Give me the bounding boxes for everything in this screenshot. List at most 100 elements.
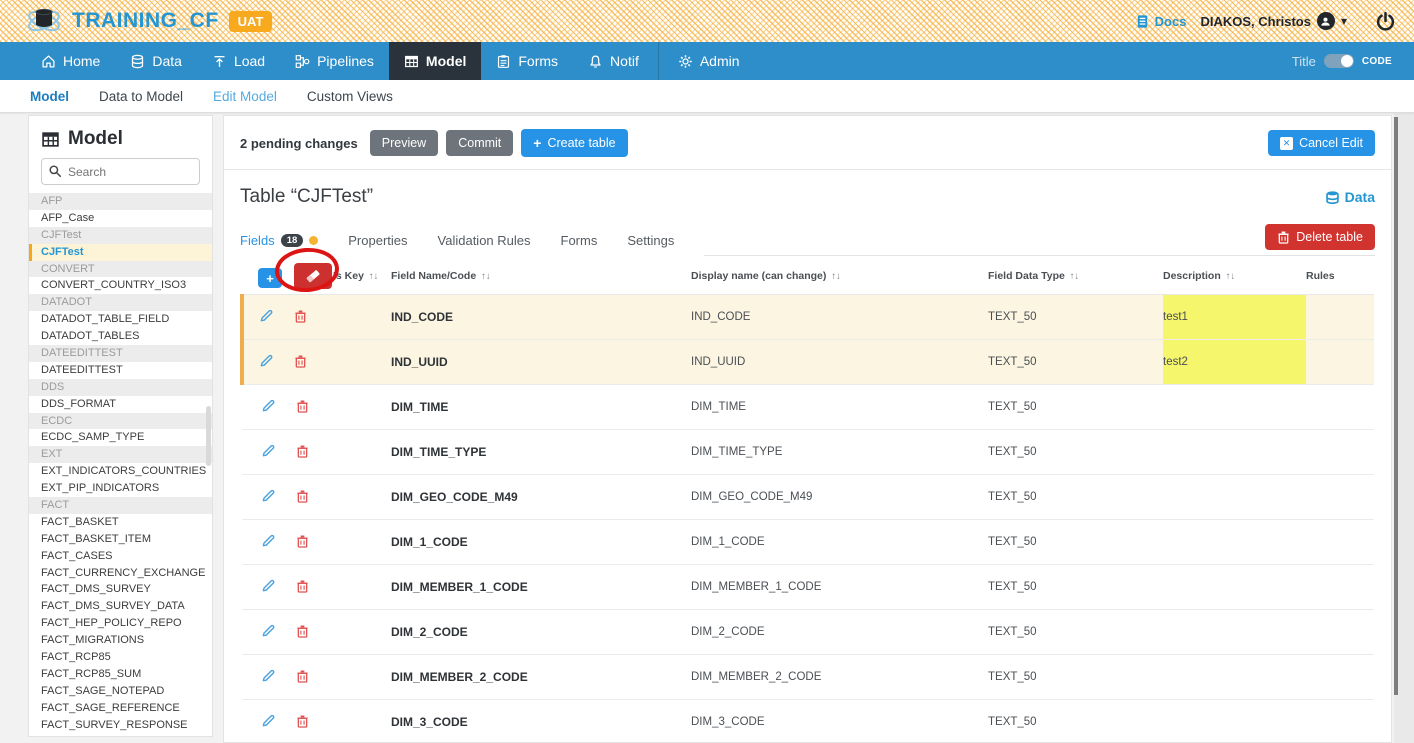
sidebar-table-item[interactable]: FACT_SURVEY_RESPONSE xyxy=(29,717,212,734)
nav-item-model[interactable]: Model xyxy=(389,42,481,80)
delete-field-button[interactable] xyxy=(296,714,312,728)
nav-item-data[interactable]: Data xyxy=(115,42,197,80)
page-scrollbar[interactable] xyxy=(1394,113,1414,743)
header-actions-cell: + xyxy=(242,258,333,294)
edit-field-button[interactable] xyxy=(259,353,275,368)
field-name-cell: DIM_1_CODE xyxy=(391,519,691,564)
delete-field-button[interactable] xyxy=(294,309,310,323)
edit-field-button[interactable] xyxy=(261,578,277,593)
tab-item[interactable]: Settings xyxy=(627,233,674,256)
delete-field-button[interactable] xyxy=(296,399,312,413)
sidebar-table-item[interactable]: DDS xyxy=(29,379,212,396)
delete-field-button[interactable] xyxy=(296,534,312,548)
sidebar-table-item[interactable]: DATADOT xyxy=(29,294,212,311)
sidebar-table-item[interactable]: DDS_FORMAT xyxy=(29,396,212,413)
sidebar-table-item[interactable]: ECDC xyxy=(29,413,212,430)
create-table-button[interactable]: + Create table xyxy=(521,129,627,157)
subnav-item-model[interactable]: Model xyxy=(30,89,69,104)
sidebar-table-item[interactable]: EXT_INDICATORS_COUNTRIES xyxy=(29,463,212,480)
sidebar-table-item[interactable]: FACT_RCP85_SUM xyxy=(29,666,212,683)
delete-table-button[interactable]: Delete table xyxy=(1265,224,1375,250)
sidebar-table-item[interactable]: EXT xyxy=(29,446,212,463)
sidebar-table-item[interactable]: CONVERT_COUNTRY_ISO3 xyxy=(29,277,212,294)
display-name-cell: DIM_2_CODE xyxy=(691,609,988,654)
data-link[interactable]: Data xyxy=(1325,189,1375,205)
sidebar-table-item[interactable]: FACT_DMS_SURVEY xyxy=(29,581,212,598)
edit-field-button[interactable] xyxy=(261,398,277,413)
nav-item-notif[interactable]: Notif xyxy=(573,42,654,80)
edit-field-button[interactable] xyxy=(261,668,277,683)
sort-icon[interactable]: ↑↓ xyxy=(1070,271,1080,282)
delete-field-button[interactable] xyxy=(294,354,310,368)
sidebar-table-item[interactable]: DATEEDITTEST xyxy=(29,345,212,362)
sidebar-table-item[interactable]: CJFTest xyxy=(29,244,212,261)
tab-item[interactable]: Properties xyxy=(348,233,407,256)
column-header[interactable]: Description ↑↓ xyxy=(1163,258,1306,294)
cancel-edit-button[interactable]: ✕ Cancel Edit xyxy=(1268,130,1375,156)
title-code-toggle[interactable] xyxy=(1324,54,1354,68)
docs-link[interactable]: Docs xyxy=(1135,14,1187,29)
preview-button[interactable]: Preview xyxy=(370,130,438,156)
subnav-item-edit-model[interactable]: Edit Model xyxy=(213,89,277,104)
sidebar-table-item[interactable]: FACT_RCP85 xyxy=(29,649,212,666)
tab-item[interactable]: Validation Rules xyxy=(438,233,531,256)
user-menu[interactable]: DIAKOS, Christos ▾ xyxy=(1200,12,1347,30)
logout-button[interactable] xyxy=(1375,11,1396,32)
erase-changes-button[interactable] xyxy=(294,263,332,289)
nav-item-home[interactable]: Home xyxy=(26,42,115,80)
edit-field-button[interactable] xyxy=(261,533,277,548)
sidebar-table-item[interactable]: EXT_PIP_INDICATORS xyxy=(29,480,212,497)
edit-field-button[interactable] xyxy=(261,488,277,503)
sidebar-table-item[interactable]: FACT_BASKET xyxy=(29,514,212,531)
sidebar-table-item[interactable]: CJFTest xyxy=(29,227,212,244)
edit-field-button[interactable] xyxy=(261,443,277,458)
edit-field-button[interactable] xyxy=(259,308,275,323)
scrollbar-thumb[interactable] xyxy=(1394,117,1398,695)
sidebar-table-item[interactable]: DATADOT_TABLE_FIELD xyxy=(29,311,212,328)
delete-field-button[interactable] xyxy=(296,489,312,503)
sidebar-table-item[interactable]: FACT_SAGE_NOTEPAD xyxy=(29,683,212,700)
sidebar-table-item[interactable]: DATEEDITTEST xyxy=(29,362,212,379)
sidebar-table-item[interactable]: FACT xyxy=(29,497,212,514)
delete-field-button[interactable] xyxy=(296,579,312,593)
sidebar-table-item[interactable]: FACT_SURVEY_SUBMISSION xyxy=(29,734,212,738)
column-header[interactable]: Field Data Type ↑↓ xyxy=(988,258,1163,294)
sidebar-table-item[interactable]: FACT_CURRENCY_EXCHANGE xyxy=(29,565,212,582)
sidebar-table-item[interactable]: FACT_HEP_POLICY_REPO xyxy=(29,615,212,632)
sort-icon[interactable]: ↑↓ xyxy=(369,271,379,282)
nav-item-admin[interactable]: Admin xyxy=(663,42,755,80)
nav-item-load[interactable]: Load xyxy=(197,42,280,80)
sort-icon[interactable]: ↑↓ xyxy=(1226,271,1236,282)
sidebar-table-item[interactable]: FACT_BASKET_ITEM xyxy=(29,531,212,548)
sidebar-table-item[interactable]: FACT_CASES xyxy=(29,548,212,565)
sidebar-table-item[interactable]: AFP xyxy=(29,193,212,210)
search-input[interactable] xyxy=(41,158,200,185)
column-header[interactable]: Rules xyxy=(1306,258,1374,294)
nav-item-pipelines[interactable]: Pipelines xyxy=(280,42,389,80)
column-header[interactable]: Field Name/Code ↑↓ xyxy=(391,258,691,294)
subnav-item-data-to-model[interactable]: Data to Model xyxy=(99,89,183,104)
edit-field-button[interactable] xyxy=(261,623,277,638)
sidebar-table-item[interactable]: FACT_MIGRATIONS xyxy=(29,632,212,649)
sort-icon[interactable]: ↑↓ xyxy=(481,271,491,282)
tab-fields[interactable]: Fields 18 xyxy=(240,233,318,256)
nav-item-forms[interactable]: Forms xyxy=(481,42,573,80)
sidebar-scrollbar[interactable] xyxy=(206,406,211,466)
delete-field-button[interactable] xyxy=(296,669,312,683)
sidebar-table-item[interactable]: AFP_Case xyxy=(29,210,212,227)
sidebar-table-item[interactable]: ECDC_SAMP_TYPE xyxy=(29,429,212,446)
sidebar-table-item[interactable]: FACT_SAGE_REFERENCE xyxy=(29,700,212,717)
column-header[interactable]: Display name (can change) ↑↓ xyxy=(691,258,988,294)
commit-button[interactable]: Commit xyxy=(446,130,513,156)
delete-field-button[interactable] xyxy=(296,624,312,638)
delete-field-button[interactable] xyxy=(296,444,312,458)
column-header[interactable]: Is Key ↑↓ xyxy=(333,258,391,294)
tab-item[interactable]: Forms xyxy=(561,233,598,256)
subnav-item-custom-views[interactable]: Custom Views xyxy=(307,89,393,104)
edit-field-button[interactable] xyxy=(261,713,277,728)
add-field-button[interactable]: + xyxy=(258,268,282,288)
sidebar-table-item[interactable]: CONVERT xyxy=(29,261,212,278)
sort-icon[interactable]: ↑↓ xyxy=(831,271,841,282)
sidebar-table-item[interactable]: FACT_DMS_SURVEY_DATA xyxy=(29,598,212,615)
sidebar-table-item[interactable]: DATADOT_TABLES xyxy=(29,328,212,345)
